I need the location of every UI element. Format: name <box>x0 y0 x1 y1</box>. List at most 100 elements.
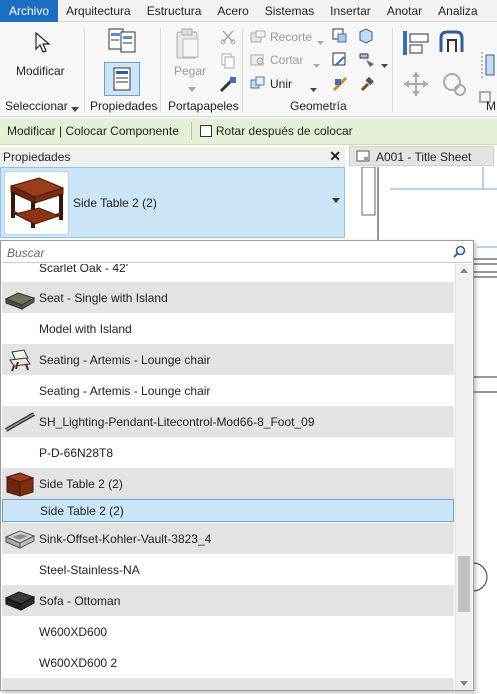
rotate-icon[interactable] <box>438 70 470 101</box>
list-item[interactable]: Seat - Single with Island <box>2 282 454 313</box>
list-item-label: Seating - Artemis - Lounge chair <box>39 352 211 367</box>
wall-joins-icon[interactable] <box>332 28 348 47</box>
tab-sistemas[interactable]: Sistemas <box>257 0 322 22</box>
tab-arquitectura[interactable]: Arquitectura <box>58 0 139 22</box>
cope-button[interactable]: Recorte <box>270 30 312 44</box>
paste-button[interactable]: Pegar <box>174 64 206 78</box>
properties-toggle-icon[interactable] <box>104 62 140 96</box>
join-geometry-button[interactable]: Unir <box>270 77 292 91</box>
search-icon[interactable] <box>453 245 466 261</box>
list-item-label: Scarlet Oak - 42' <box>39 264 128 275</box>
scrollbar[interactable] <box>455 264 472 690</box>
divider <box>84 28 85 112</box>
list-item-label: P-D-66N28T8 <box>39 445 114 460</box>
chevron-down-icon[interactable] <box>188 82 196 96</box>
chevron-down-icon[interactable] <box>381 58 388 72</box>
divider <box>392 28 393 112</box>
properties-panel-label: Propiedades <box>90 99 158 113</box>
pendant-light-icon <box>4 408 36 435</box>
cope-icon[interactable] <box>250 30 266 47</box>
search-bar <box>2 242 472 263</box>
list-item[interactable]: W600XD600 2 <box>2 647 454 678</box>
ottoman-icon <box>4 587 36 614</box>
scroll-up-icon[interactable] <box>460 268 468 273</box>
list-item-label: Side Table 2 (2) <box>40 503 124 518</box>
modify-cursor-icon[interactable] <box>34 31 52 57</box>
cut-scissors-icon[interactable] <box>220 29 236 48</box>
type-list: Scarlet Oak - 42' Seat - Single with Isl… <box>2 264 454 690</box>
divider <box>190 122 192 140</box>
properties-title: Propiedades <box>3 150 71 164</box>
chevron-down-icon[interactable] <box>71 102 79 116</box>
list-item[interactable]: Model with Island <box>2 313 454 344</box>
align-icon[interactable] <box>400 28 432 61</box>
divider <box>160 28 161 112</box>
demolish-icon[interactable] <box>332 76 350 95</box>
list-item-label: W600XD600 <box>39 624 108 639</box>
cut-profile-icon[interactable] <box>358 28 374 47</box>
scroll-down-icon[interactable] <box>460 681 468 686</box>
tab-analiza[interactable]: Analiza <box>430 0 485 22</box>
chevron-down-icon[interactable] <box>313 58 320 72</box>
paint-icon[interactable] <box>358 52 376 71</box>
list-item-label: Steel-Stainless-NA <box>39 562 140 577</box>
copy-icon[interactable] <box>220 53 236 72</box>
chevron-down-icon[interactable] <box>317 35 324 49</box>
list-item[interactable]: Steel-Stainless-NA <box>2 554 454 585</box>
list-item[interactable]: SH_Lighting-Pendant-Litecontrol-Mod66-8_… <box>2 406 454 437</box>
type-properties-icon[interactable] <box>105 26 139 59</box>
modify-button[interactable]: Modificar <box>16 64 65 78</box>
join-geometry-icon[interactable] <box>250 76 266 93</box>
tab-acero[interactable]: Acero <box>209 0 256 22</box>
modify-panel-label: M <box>486 99 496 113</box>
tab-anotar[interactable]: Anotar <box>379 0 430 22</box>
type-dropdown: Scarlet Oak - 42' Seat - Single with Isl… <box>0 240 474 691</box>
rotate-after-placement-checkbox[interactable] <box>199 125 212 137</box>
list-item[interactable]: Sofa - Ottoman <box>2 585 454 616</box>
split-face-icon[interactable] <box>332 52 348 71</box>
select-panel-label[interactable]: Seleccionar <box>5 99 68 113</box>
tab-archivo[interactable]: Archivo <box>0 0 59 22</box>
view-tab[interactable]: A001 - Title Sheet <box>349 146 494 166</box>
list-item[interactable]: Scarlet Oak - 42' <box>2 264 454 280</box>
ribbon-panel: Modificar Seleccionar Propiedades Pegar … <box>0 22 497 117</box>
list-item-label: Seating - Artemis - Lounge chair <box>39 383 211 398</box>
cut-geometry-button[interactable]: Cortar <box>270 53 303 67</box>
offset-icon[interactable] <box>438 28 470 61</box>
side-table-icon <box>4 171 69 235</box>
match-properties-icon[interactable] <box>218 76 238 97</box>
rotate-after-placement-label[interactable]: Rotar después de colocar <box>216 124 353 138</box>
context-bar: Modificar | Colocar Componente Rotar des… <box>0 118 497 145</box>
type-selector[interactable]: Side Table 2 (2) <box>0 167 345 238</box>
cut-geometry-icon[interactable] <box>250 53 266 70</box>
sheet-icon <box>356 150 370 165</box>
list-item[interactable]: Seating - Artemis - Lounge chair <box>2 344 454 375</box>
ribbon-tab-bar: Archivo Arquitectura Estructura Acero Si… <box>0 0 497 22</box>
tab-insertar[interactable]: Insertar <box>322 0 379 22</box>
list-item[interactable]: P-D-66N28T8 <box>2 437 454 468</box>
chevron-down-icon[interactable] <box>310 82 317 96</box>
mirror-icon[interactable] <box>478 50 496 83</box>
side-table-icon <box>4 470 36 497</box>
type-selector-value: Side Table 2 (2) <box>73 196 157 210</box>
list-item-label: SH_Lighting-Pendant-Litecontrol-Mod66-8_… <box>39 414 315 429</box>
list-item-selected[interactable]: Side Table 2 (2) <box>2 499 454 522</box>
tab-estructura[interactable]: Estructura <box>139 0 210 22</box>
paste-icon[interactable] <box>174 28 202 63</box>
scrollbar-thumb[interactable] <box>458 556 470 612</box>
divider <box>242 28 243 112</box>
list-item[interactable]: Side Table 2 (2) <box>2 468 454 499</box>
chevron-down-icon[interactable] <box>332 198 340 203</box>
list-item[interactable]: W600XD600 <box>2 616 454 647</box>
close-icon[interactable]: ✕ <box>329 148 341 165</box>
hammer-icon[interactable] <box>358 76 374 95</box>
geometry-panel-label: Geometría <box>290 99 347 113</box>
move-icon[interactable] <box>400 70 432 101</box>
properties-palette-header: Propiedades ✕ <box>0 147 345 167</box>
list-item[interactable]: Sink-Offset-Kohler-Vault-3823_4 <box>2 523 454 554</box>
list-item[interactable] <box>2 678 454 690</box>
clipboard-panel-label: Portapapeles <box>168 99 239 113</box>
list-item-label: Side Table 2 (2) <box>39 476 123 491</box>
search-input[interactable] <box>7 245 447 261</box>
list-item[interactable]: Seating - Artemis - Lounge chair <box>2 375 454 406</box>
